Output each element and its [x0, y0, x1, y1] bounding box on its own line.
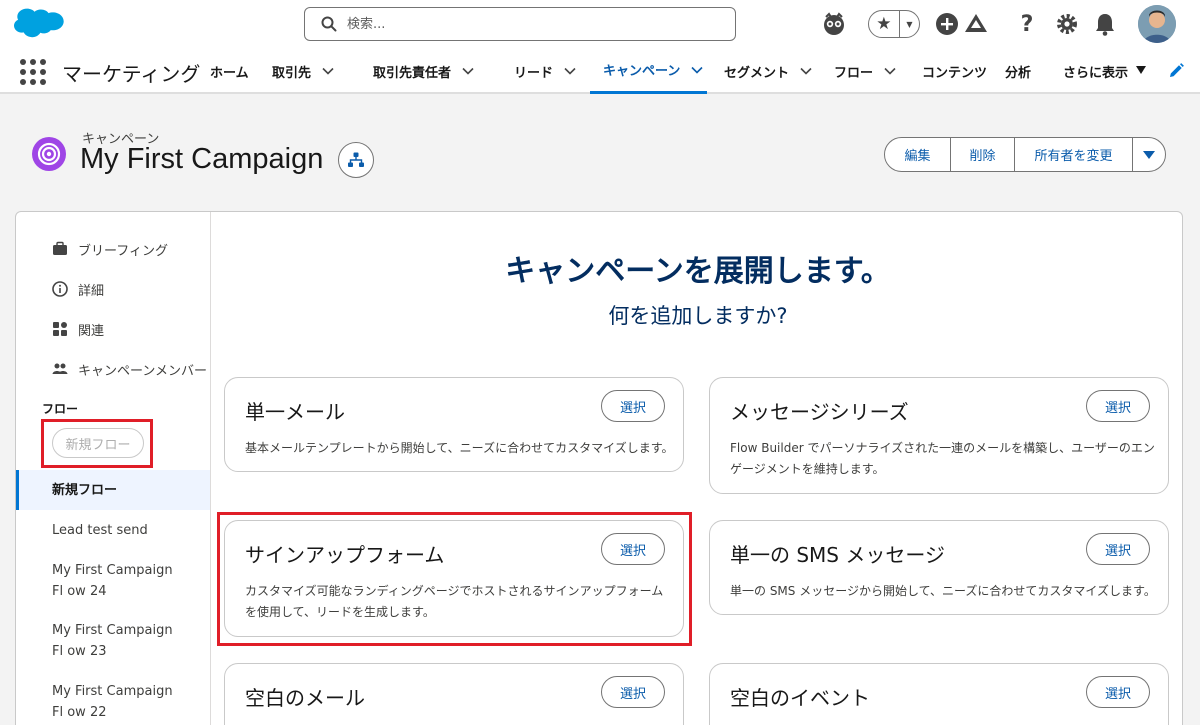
gear-icon[interactable]: [1053, 10, 1081, 38]
chevron-down-icon[interactable]: [883, 64, 897, 78]
caret-down-icon: [1143, 150, 1155, 159]
search-icon: [321, 16, 337, 32]
app-launcher-icon[interactable]: [20, 59, 46, 85]
nav-item-segments[interactable]: セグメント: [724, 48, 813, 94]
einstein-icon[interactable]: [820, 10, 848, 38]
option-description: Flow Builder でパーソナライズされた一連のメールを構築し、ユーザーの…: [730, 441, 1155, 476]
sidebar-item-details[interactable]: 詳細: [52, 278, 104, 300]
option-description: カスタマイズ可能なランディングページでホストされるサインアップフォームを使用して…: [245, 584, 664, 619]
salesforce-logo[interactable]: [14, 8, 64, 40]
flow-item[interactable]: My First Campaign Fl ow 23: [16, 620, 186, 662]
plus-icon[interactable]: [933, 10, 961, 38]
select-button[interactable]: 選択: [1086, 533, 1150, 565]
edit-button[interactable]: 編集: [885, 138, 951, 171]
highlight-annotation: [41, 419, 153, 468]
option-title: サインアップフォーム: [245, 543, 445, 567]
favorites-group: ★ ▼: [868, 10, 920, 38]
nav-item-leads[interactable]: リード: [514, 48, 577, 94]
chevron-down-icon[interactable]: ▼: [900, 11, 919, 37]
nav-item-home[interactable]: ホーム: [210, 48, 249, 94]
record-actions: 編集 削除 所有者を変更: [884, 137, 1166, 172]
flow-item[interactable]: My First Campaign Fl ow 22: [16, 681, 186, 723]
option-card-single-sms[interactable]: 単一の SMS メッセージ 選択 単一の SMS メッセージから開始して、ニーズ…: [709, 520, 1169, 615]
sidebar-item-campaign-members[interactable]: キャンペーンメンバー: [52, 358, 207, 380]
nav-item-flows[interactable]: フロー: [834, 48, 897, 94]
flow-item[interactable]: Lead test send: [16, 520, 210, 541]
option-card-message-series[interactable]: メッセージシリーズ 選択 Flow Builder でパーソナライズされた一連の…: [709, 377, 1169, 494]
members-icon: [52, 361, 68, 377]
flow-item-new[interactable]: 新規フロー: [16, 470, 210, 510]
briefcase-icon: [52, 241, 68, 257]
nav-item-contacts[interactable]: 取引先責任者: [373, 48, 475, 94]
nav-item-campaigns[interactable]: キャンペーン: [590, 48, 707, 94]
sidebar-item-label: キャンペーンメンバー: [78, 363, 207, 379]
sidebar-item-label: ブリーフィング: [78, 243, 168, 259]
chevron-down-icon[interactable]: [461, 64, 475, 78]
bell-icon[interactable]: [1091, 10, 1119, 38]
option-title: 空白のイベント: [730, 686, 870, 710]
sidebar-item-label: 詳細: [78, 283, 105, 299]
search-box[interactable]: [304, 7, 736, 41]
select-button[interactable]: 選択: [1086, 390, 1150, 422]
record-title: My First Campaign: [80, 143, 324, 175]
nav-item-accounts[interactable]: 取引先: [272, 48, 335, 94]
global-header: ★ ▼ ?: [0, 0, 1200, 48]
select-button[interactable]: 選択: [1086, 676, 1150, 708]
chevron-down-icon[interactable]: [321, 64, 335, 78]
related-icon: [52, 321, 68, 337]
app-nav-bar: マーケティング ホーム 取引先 取引先責任者 リード キャンペーン セグメント …: [0, 48, 1200, 94]
chevron-down-icon[interactable]: [563, 64, 577, 78]
nav-item-content[interactable]: コンテンツ: [922, 48, 987, 94]
change-owner-button[interactable]: 所有者を変更: [1015, 138, 1133, 171]
sidebar-item-label: 関連: [78, 323, 105, 339]
trailhead-icon[interactable]: [962, 10, 990, 38]
option-description: 単一の SMS メッセージから開始して、ニーズに合わせてカスタマイズします。: [730, 584, 1156, 598]
chevron-down-icon[interactable]: [690, 63, 704, 77]
select-button[interactable]: 選択: [601, 390, 665, 422]
option-card-single-email[interactable]: 単一メール 選択 基本メールテンプレートから開始して、ニーズに合わせてカスタマイ…: [224, 377, 684, 472]
option-title: メッセージシリーズ: [730, 400, 909, 424]
option-title: 単一の SMS メッセージ: [730, 543, 945, 567]
flow-item[interactable]: My First Campaign Fl ow 24: [16, 560, 186, 602]
option-card-blank-email[interactable]: 空白のメール 選択: [224, 663, 684, 725]
select-button[interactable]: 選択: [601, 676, 665, 708]
option-description: 基本メールテンプレートから開始して、ニーズに合わせてカスタマイズします。: [245, 441, 674, 455]
option-title: 単一メール: [245, 400, 345, 424]
star-icon[interactable]: ★: [869, 11, 900, 37]
select-button[interactable]: 選択: [601, 533, 665, 565]
nav-item-analytics[interactable]: 分析: [1005, 48, 1031, 94]
info-icon: [52, 281, 68, 297]
sidebar: ブリーフィング 詳細 関連 キャンペーンメンバー フロー 新規フロー 新規フロー…: [16, 212, 211, 725]
content-title: キャンペーンを展開します。: [505, 254, 891, 289]
option-card-signup-form[interactable]: サインアップフォーム 選択 カスタマイズ可能なランディングページでホストされるサ…: [224, 520, 684, 637]
sidebar-item-briefing[interactable]: ブリーフィング: [52, 238, 168, 260]
search-input[interactable]: [347, 14, 717, 34]
main-card: ブリーフィング 詳細 関連 キャンペーンメンバー フロー 新規フロー 新規フロー…: [15, 211, 1183, 725]
sidebar-item-related[interactable]: 関連: [52, 318, 104, 340]
caret-down-icon[interactable]: [1136, 66, 1146, 74]
content-subtitle: 何を追加しますか?: [608, 304, 788, 328]
avatar[interactable]: [1138, 5, 1176, 43]
campaign-icon: [32, 137, 66, 171]
delete-button[interactable]: 削除: [951, 138, 1015, 171]
hierarchy-button[interactable]: [338, 142, 374, 178]
flow-heading: フロー: [42, 402, 79, 416]
hierarchy-icon: [348, 152, 364, 167]
content-area: キャンペーンを展開します。 何を追加しますか? 単一メール 選択 基本メールテン…: [212, 212, 1182, 725]
help-icon[interactable]: ?: [1013, 10, 1041, 38]
option-title: 空白のメール: [245, 686, 365, 710]
chevron-down-icon[interactable]: [799, 64, 813, 78]
app-name: マーケティング: [62, 62, 201, 86]
nav-item-more[interactable]: さらに表示: [1063, 48, 1128, 94]
more-actions-button[interactable]: [1133, 138, 1165, 171]
pencil-icon[interactable]: [1167, 62, 1185, 80]
option-card-blank-event[interactable]: 空白のイベント 選択: [709, 663, 1169, 725]
